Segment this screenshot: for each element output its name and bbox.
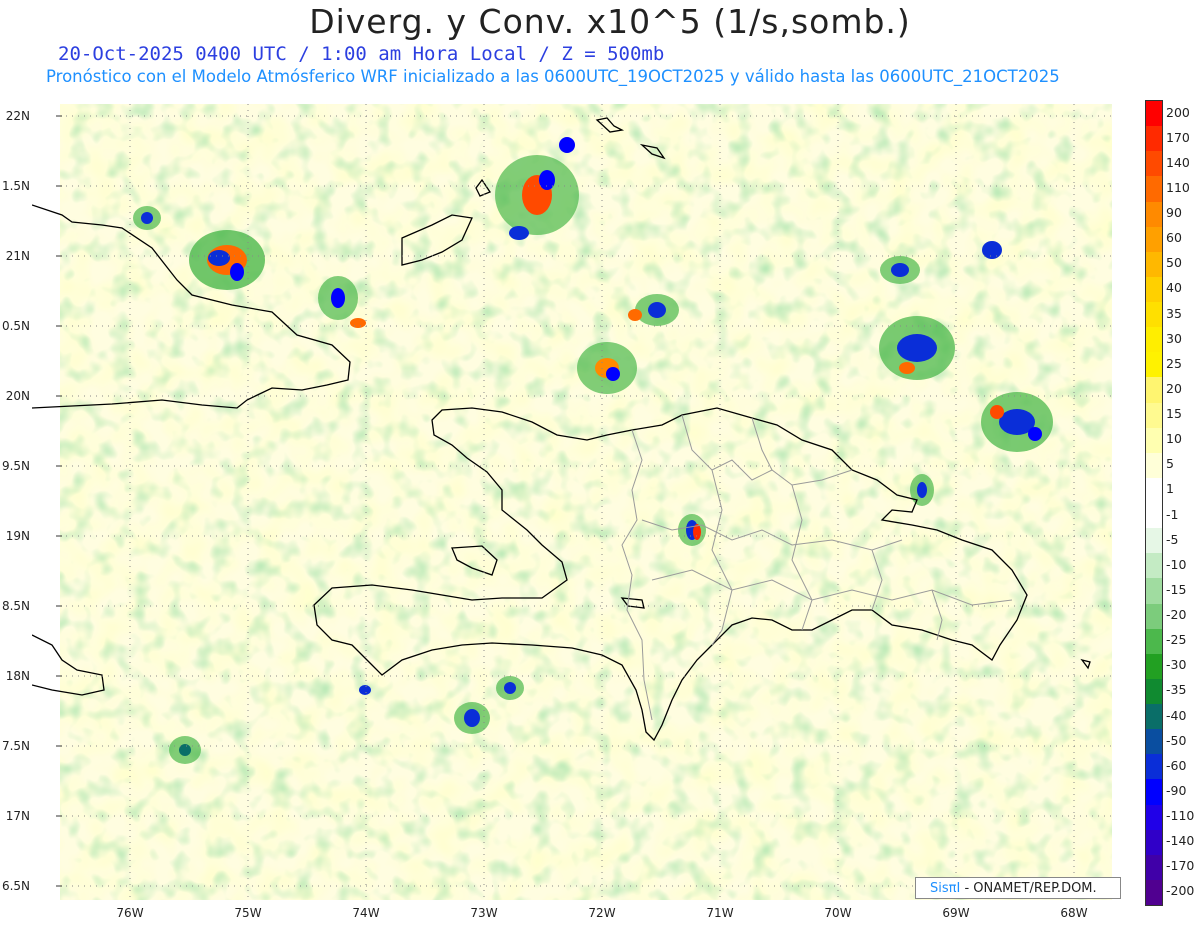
colorbar-label: 35: [1166, 305, 1182, 321]
colorbar-segment: [1146, 101, 1162, 127]
lat-label-20-5N: 0.5N: [1, 319, 30, 333]
colorbar-segment: [1146, 754, 1162, 780]
colorbar-segment: [1146, 603, 1162, 629]
colorbar-segment: [1146, 377, 1162, 403]
colorbar-label: -170: [1166, 858, 1195, 874]
colorbar-segment: [1146, 151, 1162, 177]
colorbar-label: -90: [1166, 782, 1187, 798]
lat-label-21-5N: 1.5N: [1, 179, 30, 193]
colorbar-label: 170: [1166, 129, 1190, 145]
colorbar-segment: [1146, 704, 1162, 730]
colorbar-label: -30: [1166, 657, 1187, 673]
lat-label-16-5N: 6.5N: [1, 879, 30, 893]
colorbar-label: -5: [1166, 531, 1179, 547]
colorbar-segment: [1146, 176, 1162, 202]
colorbar-segment: [1146, 528, 1162, 554]
colorbar-label: -110: [1166, 808, 1195, 824]
colorbar: [1145, 100, 1163, 906]
colorbar-label: 90: [1166, 205, 1182, 221]
colorbar-segment: [1146, 251, 1162, 277]
colorbar-segment: [1146, 628, 1162, 654]
colorbar-segment: [1146, 327, 1162, 353]
colorbar-label: 15: [1166, 406, 1182, 422]
colorbar-label: 110: [1166, 179, 1190, 195]
colorbar-label: -40: [1166, 707, 1187, 723]
colorbar-label: 30: [1166, 330, 1182, 346]
colorbar-label: 1: [1166, 481, 1174, 497]
colorbar-label: -1: [1166, 506, 1179, 522]
colorbar-segment: [1146, 854, 1162, 880]
lat-label-20N: 20N: [5, 389, 30, 403]
colorbar-segment: [1146, 578, 1162, 604]
lat-label-18N: 18N: [5, 669, 30, 683]
colorbar-segment: [1146, 477, 1162, 503]
lat-label-17N: 17N: [5, 809, 30, 823]
lon-label-76W: 76W: [116, 906, 144, 920]
convergence-field-green: [60, 104, 1112, 900]
colorbar-segment: [1146, 503, 1162, 529]
colorbar-segment: [1146, 201, 1162, 227]
lon-label-73W: 73W: [470, 906, 498, 920]
colorbar-segment: [1146, 653, 1162, 679]
colorbar-label: 20: [1166, 380, 1182, 396]
colorbar-segment: [1146, 126, 1162, 152]
credit-text: - ONAMET/REP.DOM.: [960, 881, 1097, 896]
colorbar-segment: [1146, 729, 1162, 755]
colorbar-label: -140: [1166, 833, 1195, 849]
colorbar-label: -20: [1166, 607, 1187, 623]
credit-box: SisπI - ONAMET/REP.DOM.: [915, 877, 1121, 899]
colorbar-label: -10: [1166, 556, 1187, 572]
colorbar-label: -50: [1166, 732, 1187, 748]
colorbar-label: 5: [1166, 456, 1174, 472]
colorbar-label: -15: [1166, 581, 1187, 597]
colorbar-label: 200: [1166, 104, 1190, 120]
colorbar-segment: [1146, 226, 1162, 252]
lat-label-21N: 21N: [5, 249, 30, 263]
colorbar-segment: [1146, 302, 1162, 328]
lon-label-74W: 74W: [352, 906, 380, 920]
colorbar-label: -35: [1166, 682, 1187, 698]
colorbar-label: 50: [1166, 255, 1182, 271]
lon-label-70W: 70W: [824, 906, 852, 920]
lon-label-75W: 75W: [234, 906, 262, 920]
colorbar-segment: [1146, 427, 1162, 453]
colorbar-segment: [1146, 352, 1162, 378]
lon-label-68W: 68W: [1060, 906, 1088, 920]
colorbar-segment: [1146, 678, 1162, 704]
colorbar-label: 140: [1166, 154, 1190, 170]
lat-label-19N: 19N: [5, 529, 30, 543]
lon-label-72W: 72W: [588, 906, 616, 920]
colorbar-segment: [1146, 879, 1162, 905]
colorbar-segment: [1146, 452, 1162, 478]
colorbar-segment: [1146, 804, 1162, 830]
lat-label-22N: 22N: [5, 109, 30, 123]
colorbar-segment: [1146, 779, 1162, 805]
colorbar-segment: [1146, 276, 1162, 302]
lon-label-69W: 69W: [942, 906, 970, 920]
valid-time-line: 20-Oct-2025 0400 UTC / 1:00 am Hora Loca…: [58, 43, 665, 65]
sispi-logo: SisπI: [930, 881, 961, 896]
map-panel: [32, 104, 1112, 900]
colorbar-label: 60: [1166, 230, 1182, 246]
chart-title: Diverg. y Conv. x10^5 (1/s,somb.): [309, 2, 911, 41]
colorbar-label: -60: [1166, 757, 1187, 773]
lon-label-71W: 71W: [706, 906, 734, 920]
colorbar-label: -200: [1166, 883, 1195, 899]
forecast-info-line: Pronóstico con el Modelo Atmósferico WRF…: [46, 67, 1060, 86]
colorbar-segment: [1146, 553, 1162, 579]
colorbar-segment: [1146, 829, 1162, 855]
colorbar-label: 25: [1166, 355, 1182, 371]
colorbar-label: -25: [1166, 632, 1187, 648]
colorbar-label: 40: [1166, 280, 1182, 296]
lat-label-17-5N: 7.5N: [1, 739, 30, 753]
colorbar-segment: [1146, 402, 1162, 428]
lat-label-19-5N: 9.5N: [1, 459, 30, 473]
colorbar-label: 10: [1166, 431, 1182, 447]
lat-label-18-5N: 8.5N: [1, 599, 30, 613]
